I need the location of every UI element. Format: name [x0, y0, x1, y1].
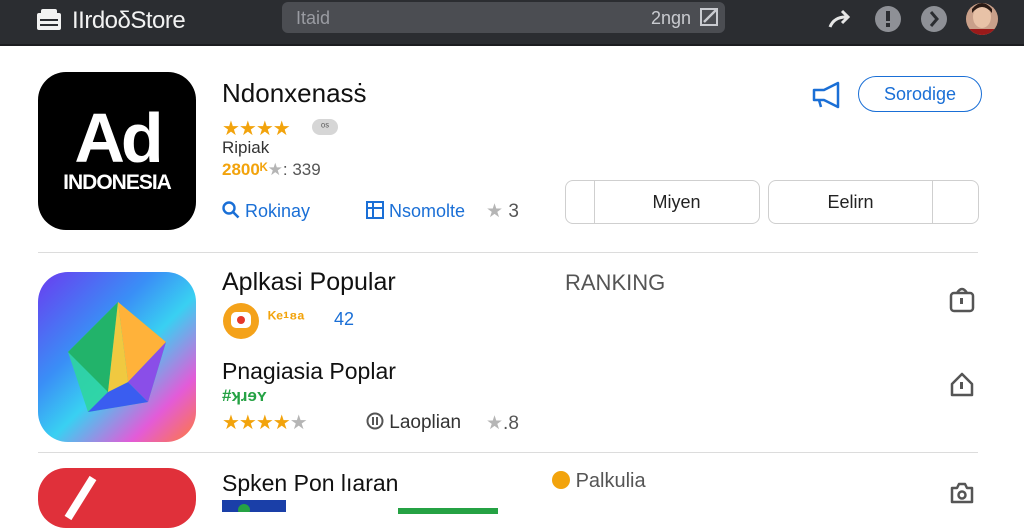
featured-rating-line: 2800ᴷ★: 339 — [222, 160, 321, 179]
badge-icon — [223, 303, 259, 339]
shield-icon — [366, 412, 384, 430]
coin-icon — [552, 471, 570, 489]
store-icon[interactable] — [36, 9, 62, 31]
search-placeholder: Itaid — [296, 8, 331, 28]
star-icon: ★ — [486, 201, 504, 222]
rating-rest: : 339 — [282, 160, 321, 179]
search-input[interactable]: Itaid 2ngn — [282, 2, 725, 33]
primary-action-button[interactable]: Sorodige — [858, 76, 982, 112]
miyen-button-label: Miyen — [652, 192, 701, 212]
section3-bar — [398, 508, 498, 514]
featured-subtitle: Ripiak — [222, 138, 270, 157]
alert-icon[interactable] — [874, 5, 902, 33]
grid-icon — [366, 201, 384, 219]
section3-tag: Palkulia — [575, 470, 646, 492]
featured-badge: ᵒˢ — [312, 119, 338, 135]
ranking-link[interactable]: Rokinay — [222, 201, 310, 222]
section2-label-group: Laoplian — [366, 412, 461, 434]
home-icon[interactable] — [948, 370, 976, 398]
divider — [38, 252, 978, 253]
ranking-label: RANKING — [565, 270, 666, 295]
camera-icon[interactable] — [948, 478, 976, 506]
app-title: IIrdoδStore — [72, 7, 186, 34]
share-icon[interactable] — [826, 5, 854, 33]
button-divider — [932, 181, 933, 223]
section2-label: Laoplian — [389, 412, 462, 433]
star-icon: ★ — [486, 413, 504, 434]
rating-count: 2800ᴷ — [222, 160, 268, 179]
section2-value: .8 — [503, 413, 519, 434]
search-icon — [222, 201, 240, 219]
section3-tag-group: Palkulia — [552, 470, 646, 493]
ranking-link-label: Rokinay — [245, 201, 311, 221]
featured-count: ★ 3 — [486, 200, 519, 223]
section2-app-name: Pnagiasia Poplar — [222, 358, 396, 384]
eelirn-button[interactable]: Eelirn — [768, 180, 979, 224]
search-right-text: 2ngn — [650, 8, 691, 28]
section3-thumb — [222, 500, 286, 512]
eelirn-button-label: Eelirn — [827, 192, 874, 212]
section1-rating-value: 42 — [334, 309, 355, 329]
section2-stars: ★★★★★ — [222, 412, 308, 434]
section2-value-group: ★.8 — [486, 412, 519, 435]
featured-count-value: 3 — [508, 201, 519, 222]
icon-big-text: Ad — [74, 99, 163, 177]
chevron-right-icon[interactable] — [920, 5, 948, 33]
featured-app-icon[interactable]: Ad INDONESIA — [38, 72, 196, 230]
promote-link[interactable]: Nsomolte — [366, 201, 465, 222]
miyen-button[interactable]: Miyen — [565, 180, 760, 224]
megaphone-icon[interactable] — [810, 80, 846, 110]
promote-link-label: Nsomolte — [389, 201, 466, 221]
icon-small-text: INDONESIA — [63, 171, 172, 194]
popular-app-icon[interactable] — [38, 272, 196, 442]
top-bar: IIrdoδStore Itaid 2ngn — [0, 0, 1024, 46]
featured-app-name: Ndonxenasṡ — [222, 78, 367, 108]
section2-code: #ʞɹɘʏ — [222, 386, 267, 405]
avatar[interactable] — [966, 3, 998, 35]
edit-icon[interactable] — [699, 7, 719, 27]
section3-app-icon[interactable] — [38, 468, 196, 528]
section3-app-name: Spken Pon lıaran — [222, 470, 399, 496]
section1-app-name: Aplkasi Popular — [222, 268, 396, 296]
bag-icon[interactable] — [948, 285, 976, 313]
divider — [38, 452, 978, 453]
section1-rating-text: ᴷᵉ¹⁸ᵃ — [268, 308, 305, 328]
